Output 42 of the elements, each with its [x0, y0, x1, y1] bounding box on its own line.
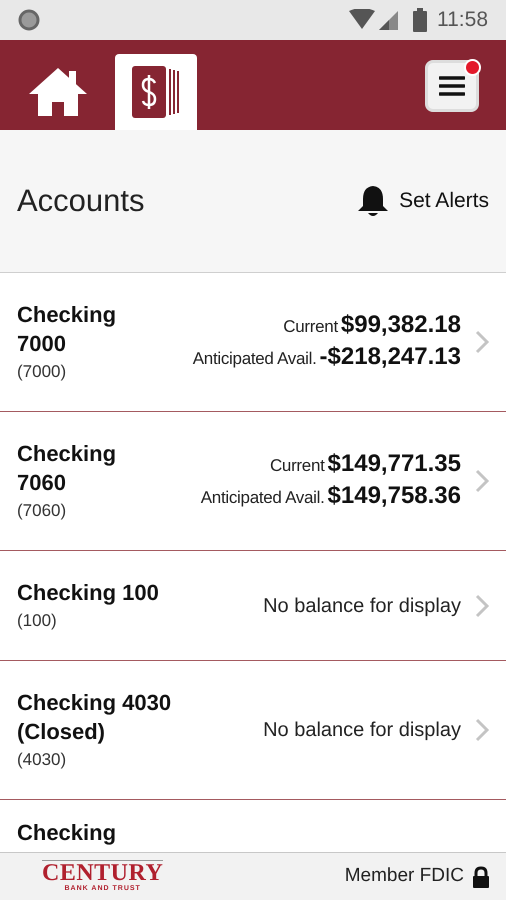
- account-name: Checking 4030 (Closed): [17, 689, 172, 746]
- balance-amount: -$218,247.13: [320, 342, 461, 372]
- account-name: Checking 7060: [17, 440, 118, 497]
- home-icon: [27, 66, 89, 118]
- account-name: Checking: [17, 820, 116, 845]
- account-row[interactable]: Checking 7060 (7060) Current$149,771.35 Anticipated Avail.$149,758.36: [0, 412, 506, 551]
- battery-icon: [413, 8, 427, 32]
- page-title: Accounts: [17, 182, 146, 220]
- bell-icon: [357, 184, 390, 218]
- balance-label: Current: [283, 316, 338, 338]
- signal-icon: [377, 9, 399, 31]
- status-circle-icon: [18, 9, 40, 31]
- account-name: Checking 100: [17, 579, 160, 607]
- money-cards-icon: [132, 66, 180, 118]
- balance-label: Current: [270, 455, 325, 477]
- lock-icon: [472, 866, 490, 888]
- account-row[interactable]: Checking 7000 (7000) Current$99,382.18 Anticipated Avail.-$218,247.13: [0, 273, 506, 412]
- wifi-icon: [349, 9, 375, 31]
- fdic-text: Member FDIC: [344, 864, 464, 888]
- menu-button[interactable]: [425, 60, 479, 112]
- account-name: Checking 7000: [17, 301, 118, 358]
- balance-label: Anticipated Avail.: [192, 348, 317, 370]
- balance-amount: $99,382.18: [340, 310, 461, 340]
- balance-amount: $149,771.35: [328, 449, 461, 479]
- set-alerts-button[interactable]: Set Alerts: [357, 184, 489, 218]
- chevron-right-icon: [475, 469, 489, 493]
- chevron-right-icon: [475, 718, 489, 742]
- account-number: (7060): [17, 500, 68, 522]
- account-row[interactable]: Checking 100 (100) No balance for display: [0, 551, 506, 661]
- chevron-right-icon: [475, 594, 489, 618]
- balance-label: Anticipated Avail.: [200, 487, 325, 509]
- menu-icon: [439, 75, 465, 97]
- balance-amount: $149,758.36: [328, 481, 461, 511]
- chevron-right-icon: [475, 330, 489, 354]
- account-row[interactable]: Checking 4030 (Closed) (4030) No balance for display: [0, 661, 506, 800]
- status-time: 11:58: [437, 7, 488, 34]
- accounts-tab[interactable]: [115, 54, 197, 130]
- no-balance-message: No balance for display: [263, 594, 461, 618]
- account-number: (7000): [17, 361, 68, 383]
- account-number: (4030): [17, 749, 68, 771]
- account-number: (100): [17, 610, 58, 632]
- no-balance-message: No balance for display: [263, 718, 461, 743]
